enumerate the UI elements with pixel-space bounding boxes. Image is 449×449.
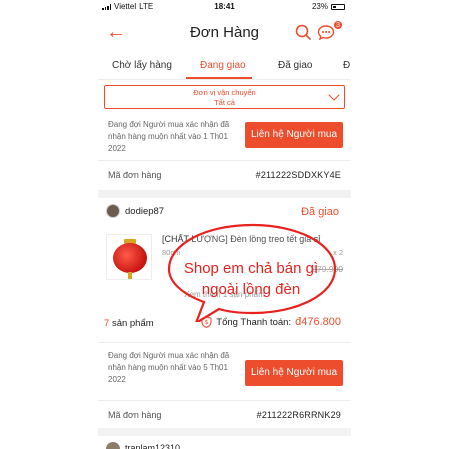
carrier-filter-dropdown[interactable]: Đơn vị vận chuyển Tất cả — [104, 85, 345, 109]
avatar — [106, 204, 120, 218]
annotation-line-1: Shop em chả bán gì — [183, 260, 319, 277]
annotation-text: Shop em chả bán gì ngoài lồng đèn — [166, 258, 336, 300]
product-count-label: sản phẩm — [111, 318, 154, 329]
product-count: 7 sản phẩm — [104, 318, 154, 329]
shop-name: dodiep87 — [125, 206, 165, 217]
order-code-label: Mã đơn hàng — [108, 410, 162, 420]
confirm-notice: Đang đợi Người mua xác nhận đã nhận hàng… — [108, 120, 230, 153]
shop-name: tranlam12310 — [125, 443, 181, 449]
tab-cho-lay-hang[interactable]: Chờ lấy hàng — [112, 60, 172, 71]
filter-bar: Đơn vị vận chuyển Tất cả — [98, 80, 351, 114]
battery-icon — [331, 3, 345, 10]
order-card: tranlam12310 — [98, 436, 351, 449]
order-card: Đang đợi Người mua xác nhận đã nhận hàng… — [98, 114, 351, 190]
status-badge: Đã giao — [301, 206, 339, 218]
filter-label: Đơn vị vận chuyển — [193, 88, 256, 97]
lantern-icon — [113, 243, 147, 273]
chat-badge: 3 — [333, 20, 343, 30]
order-code-row: Mã đơn hàng #211222R6RRNK29 — [98, 400, 351, 428]
lantern-tassel — [128, 272, 132, 279]
status-bar: Viettel LTE 18:41 23% — [98, 0, 351, 14]
filter-value: Tất cả — [214, 98, 235, 107]
active-tab-indicator — [186, 77, 252, 79]
product-image[interactable] — [106, 234, 152, 280]
contact-buyer-button[interactable]: Liên hệ Người mua — [245, 360, 343, 386]
app-header: ← Đơn Hàng 3 — [98, 14, 351, 54]
order-code: #211222SDDXKY4E — [255, 170, 341, 180]
order-code-row: Mã đơn hàng #211222SDDXKY4E — [98, 160, 351, 188]
confirm-notice: Đang đợi Người mua xác nhận đã nhận hàng… — [108, 351, 230, 384]
divider — [98, 342, 351, 343]
tab-da-giao[interactable]: Đã giao — [278, 60, 312, 71]
avatar — [106, 442, 120, 449]
order-code-label: Mã đơn hàng — [108, 170, 162, 180]
tab-dang-giao[interactable]: Đang giao — [200, 60, 246, 71]
contact-buyer-button[interactable]: Liên hệ Người mua — [245, 122, 343, 148]
battery-info: 23% — [312, 2, 345, 11]
search-icon[interactable] — [295, 24, 311, 40]
order-tabs: Chờ lấy hàng Đang giao Đã giao Đ — [98, 54, 351, 80]
annotation-line-2: ngoài lồng đèn — [201, 281, 301, 298]
product-count-number: 7 — [104, 318, 110, 329]
battery-percent: 23% — [311, 2, 328, 11]
tab-next[interactable]: Đ — [343, 60, 350, 71]
page-title: Đơn Hàng — [189, 24, 260, 41]
order-code: #211222R6RRNK29 — [256, 410, 341, 420]
